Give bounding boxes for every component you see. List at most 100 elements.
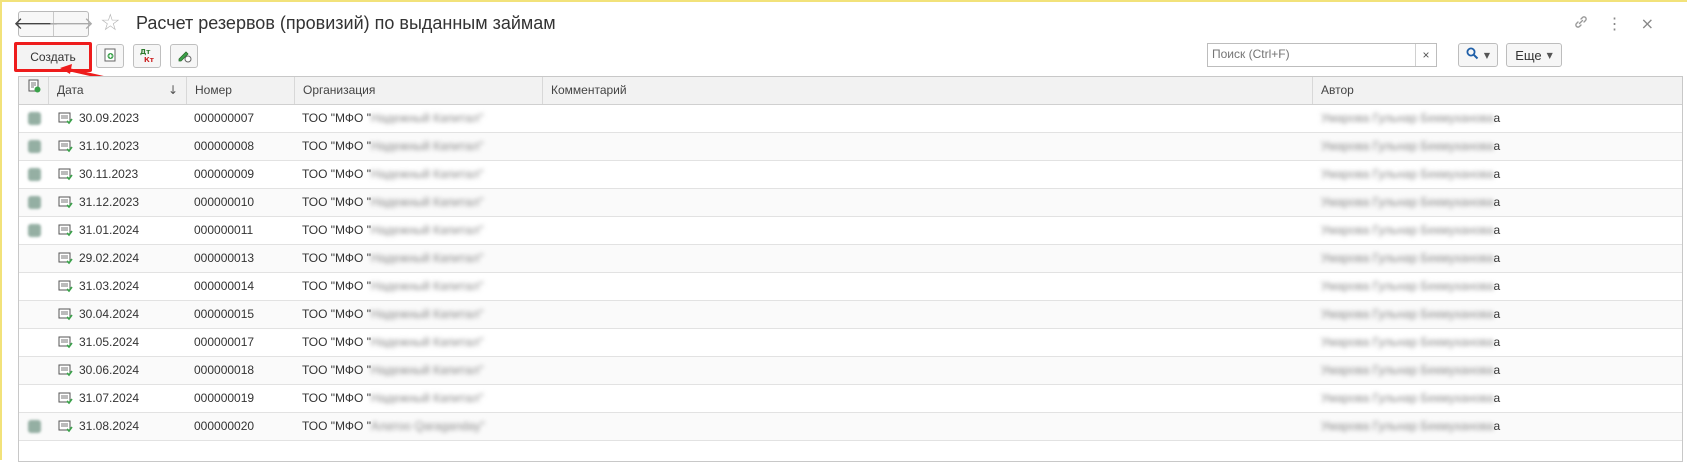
cell-number: 000000008: [194, 139, 255, 153]
cell-date: 30.11.2023: [79, 167, 139, 181]
org-prefix: ТОО "МФО ": [302, 167, 371, 181]
author-suffix: а: [1493, 307, 1501, 321]
search-button[interactable]: ▼: [1458, 43, 1498, 67]
document-icon: [56, 217, 74, 244]
document-icon: [56, 357, 74, 384]
cell-organization: ТОО "МФО "Надежный Капитал": [302, 189, 483, 216]
org-prefix: ТОО "МФО ": [302, 335, 371, 349]
posted-status-icon: [25, 133, 43, 160]
cell-author: Умарова Гульнар Бекмухановаа: [1321, 133, 1500, 160]
cell-number: 000000019: [194, 391, 255, 405]
edit-button[interactable]: [170, 44, 198, 68]
page-title: Расчет резервов (провизий) по выданным з…: [136, 13, 556, 33]
author-name-blurred: Умарова Гульнар Бекмуханова: [1321, 195, 1494, 209]
posted-marker-icon: [27, 140, 41, 153]
cell-date: 30.06.2024: [79, 363, 140, 377]
posted-status-icon: [25, 385, 43, 412]
table-row[interactable]: 30.09.2023 000000007 ТОО "МФО "Надежный Ка…: [19, 105, 1682, 133]
column-date-header[interactable]: Дата ↓: [49, 77, 187, 104]
document-icon: [56, 161, 74, 188]
author-suffix: а: [1493, 335, 1501, 349]
kebab-menu-icon[interactable]: ⋮: [1607, 14, 1623, 34]
document-icon: [56, 329, 74, 356]
column-comment-header[interactable]: Комментарий: [543, 77, 1313, 104]
posted-status-icon: [25, 301, 43, 328]
org-name-blurred: Алатоо Qaraganday": [370, 419, 485, 433]
toolbar: Создать ДтКт × ▼ Еще ▼: [14, 42, 1674, 72]
magnifier-icon: [1466, 47, 1479, 63]
favorite-star-icon[interactable]: ☆: [100, 10, 121, 36]
column-number-header[interactable]: Номер: [187, 77, 295, 104]
column-author-header[interactable]: Автор: [1313, 77, 1682, 104]
column-date-label: Дата: [57, 83, 84, 97]
author-name-blurred: Умарова Гульнар Бекмуханова: [1321, 111, 1494, 125]
cell-number: 000000020: [194, 419, 255, 433]
navigation-buttons: 🡐 🡒: [13, 11, 94, 37]
org-name-blurred: Надежный Капитал": [370, 223, 484, 237]
author-name-blurred: Умарова Гульнар Бекмуханова: [1321, 251, 1494, 265]
table-row[interactable]: 31.12.2023 000000010 ТОО "МФО "Надежный Ка…: [19, 189, 1682, 217]
author-suffix: а: [1493, 167, 1501, 181]
cell-organization: ТОО "МФО "Надежный Капитал": [302, 217, 483, 244]
org-name-blurred: Надежный Капитал": [370, 111, 484, 125]
cell-date: 31.01.2024: [79, 223, 140, 237]
cell-author: Умарова Гульнар Бекмухановаа: [1321, 357, 1500, 384]
close-icon[interactable]: ×: [1641, 14, 1654, 34]
cell-number: 000000010: [194, 195, 255, 209]
cell-author: Умарова Гульнар Бекмухановаа: [1321, 105, 1500, 132]
table-row[interactable]: 29.02.2024 000000013 ТОО "МФО "Надежный Ка…: [19, 245, 1682, 273]
cell-date: 29.02.2024: [79, 251, 140, 265]
posted-status-icon: [25, 189, 43, 216]
table-row[interactable]: 30.04.2024 000000015 ТОО "МФО "Надежный Ка…: [19, 301, 1682, 329]
more-button[interactable]: Еще ▼: [1506, 43, 1562, 67]
org-prefix: ТОО "МФО ": [302, 307, 371, 321]
org-name-blurred: Надежный Капитал": [370, 167, 484, 181]
cell-date: 31.10.2023: [79, 139, 140, 153]
table-row[interactable]: 31.08.2024 000000020 ТОО "МФО "Алатоо Qara…: [19, 413, 1682, 441]
cell-number: 000000007: [194, 111, 255, 125]
table-row[interactable]: 31.07.2024 000000019 ТОО "МФО "Надежный Ка…: [19, 385, 1682, 413]
org-prefix: ТОО "МФО ": [302, 251, 371, 265]
author-suffix: а: [1493, 419, 1501, 433]
author-name-blurred: Умарова Гульнар Бекмуханова: [1321, 167, 1494, 181]
frame-top-border: [0, 0, 1687, 2]
posted-marker-icon: [27, 112, 41, 125]
search-field: ×: [1207, 43, 1437, 67]
table-row[interactable]: 31.03.2024 000000014 ТОО "МФО "Надежный Ка…: [19, 273, 1682, 301]
column-organization-header[interactable]: Организация: [295, 77, 543, 104]
search-input[interactable]: [1208, 44, 1421, 64]
author-suffix: а: [1493, 391, 1501, 405]
table-row[interactable]: 30.11.2023 000000009 ТОО "МФО "Надежный Ка…: [19, 161, 1682, 189]
cell-number: 000000013: [194, 251, 255, 265]
author-suffix: а: [1493, 195, 1501, 209]
cell-number: 000000014: [194, 279, 255, 293]
table-row[interactable]: 30.06.2024 000000018 ТОО "МФО "Надежный Ка…: [19, 357, 1682, 385]
author-name-blurred: Умарова Гульнар Бекмуханова: [1321, 363, 1494, 377]
cell-number: 000000015: [194, 307, 255, 321]
cell-organization: ТОО "МФО "Надежный Капитал": [302, 245, 483, 272]
column-status-header[interactable]: [19, 77, 49, 104]
cell-author: Умарова Гульнар Бекмухановаа: [1321, 189, 1500, 216]
cell-author: Умарова Гульнар Бекмухановаа: [1321, 301, 1500, 328]
cell-date: 31.07.2024: [79, 391, 140, 405]
table-row[interactable]: 31.05.2024 000000017 ТОО "МФО "Надежный Ка…: [19, 329, 1682, 357]
org-name-blurred: Надежный Капитал": [370, 251, 484, 265]
document-icon: [56, 301, 74, 328]
search-clear-button[interactable]: ×: [1415, 44, 1436, 66]
author-name-blurred: Умарова Гульнар Бекмуханова: [1321, 391, 1494, 405]
cell-author: Умарова Гульнар Бекмухановаа: [1321, 385, 1500, 412]
org-prefix: ТОО "МФО ": [302, 391, 371, 405]
author-name-blurred: Умарова Гульнар Бекмуханова: [1321, 419, 1494, 433]
author-name-blurred: Умарова Гульнар Бекмуханова: [1321, 307, 1494, 321]
document-icon: [56, 385, 74, 412]
document-icon: [56, 413, 74, 440]
cell-organization: ТОО "МФО "Надежный Капитал": [302, 329, 483, 356]
org-prefix: ТОО "МФО ": [302, 139, 371, 153]
link-icon[interactable]: [1573, 14, 1589, 34]
forward-arrow-icon[interactable]: 🡒: [48, 12, 94, 36]
table-row[interactable]: 31.10.2023 000000008 ТОО "МФО "Надежный Ка…: [19, 133, 1682, 161]
table-row[interactable]: 31.01.2024 000000011 ТОО "МФО "Надежный Ка…: [19, 217, 1682, 245]
author-suffix: а: [1493, 139, 1501, 153]
frame-left-border: [0, 0, 2, 460]
document-status-icon: [26, 77, 42, 104]
